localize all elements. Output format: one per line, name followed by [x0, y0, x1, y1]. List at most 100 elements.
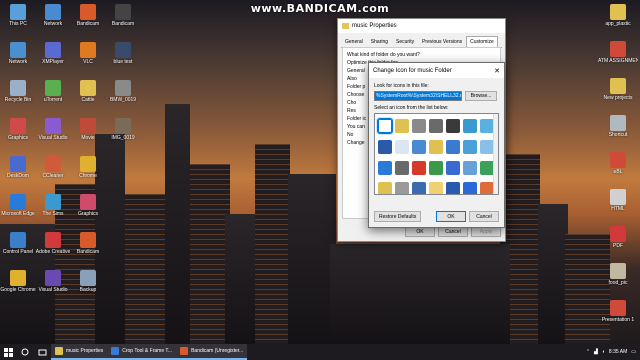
desktop-icon[interactable]: Bandicam — [103, 4, 143, 27]
desktop-icon[interactable]: app_plastic — [598, 4, 638, 27]
icon-option[interactable] — [429, 182, 443, 194]
icon-option[interactable] — [377, 118, 393, 134]
desktop-icon[interactable]: Movie — [68, 118, 108, 141]
icon-option[interactable] — [395, 140, 409, 154]
app-icon — [80, 232, 96, 248]
cancel-button[interactable]: Cancel — [469, 211, 499, 222]
icon-option[interactable] — [446, 161, 460, 175]
desktop-icon[interactable]: Visual Studio — [33, 270, 73, 293]
desktop-icon[interactable]: Backup — [68, 270, 108, 293]
icon-option[interactable] — [378, 161, 392, 175]
desktop-icon[interactable]: Cattle — [68, 80, 108, 103]
icon-option[interactable] — [480, 140, 494, 154]
app-icon — [610, 152, 626, 168]
icon-option[interactable] — [446, 119, 460, 133]
change-icon-dialog[interactable]: Change Icon for music Folder ✕ Look for … — [368, 62, 505, 228]
taskbar-app[interactable]: Crop Tool & Frame T... — [107, 344, 177, 360]
icon-option[interactable] — [395, 182, 409, 194]
desktop-icon[interactable]: eBL — [598, 152, 638, 175]
icon-option[interactable] — [446, 182, 460, 194]
desktop-icon[interactable]: BMW_0019 — [103, 80, 143, 103]
desktop-icon[interactable]: HTML — [598, 189, 638, 212]
desktop-icon-label: XMPlayer — [42, 59, 64, 65]
icon-list[interactable] — [374, 113, 499, 195]
tab-customize[interactable]: Customize — [466, 36, 498, 47]
app-icon — [45, 270, 61, 286]
icon-option[interactable] — [429, 119, 443, 133]
volume-icon[interactable]: ◖ — [602, 349, 605, 355]
icon-list-scrollbar[interactable] — [493, 114, 498, 194]
desktop-icon[interactable]: Adobe Creative — [33, 232, 73, 255]
icon-option[interactable] — [395, 161, 409, 175]
desktop-icon[interactable]: ATM ASSIGNMENT — [598, 41, 638, 64]
desktop-icon[interactable]: Visual Studio — [33, 118, 73, 141]
desktop-icon[interactable]: blue test — [103, 42, 143, 65]
icon-option[interactable] — [378, 182, 392, 194]
tab-sharing[interactable]: Sharing — [367, 36, 392, 47]
clock[interactable]: 8:35 AM — [609, 349, 627, 355]
chevron-up-icon[interactable]: ⌃ — [586, 349, 590, 355]
taskbar-app[interactable]: music Properties — [51, 344, 108, 360]
icon-option[interactable] — [463, 119, 477, 133]
ok-button[interactable]: OK — [436, 211, 466, 222]
tab-security[interactable]: Security — [392, 36, 418, 47]
desktop-icon[interactable]: CCleaner — [33, 156, 73, 179]
properties-titlebar[interactable]: music Properties — [338, 19, 505, 33]
app-icon — [45, 80, 61, 96]
close-icon[interactable]: ✕ — [494, 67, 500, 75]
icon-option[interactable] — [446, 140, 460, 154]
icon-option[interactable] — [463, 161, 477, 175]
desktop-icon[interactable]: Network — [33, 4, 73, 27]
desktop-icon[interactable]: Bandicam — [68, 232, 108, 255]
desktop-icon[interactable]: Presentation 1 — [598, 300, 638, 323]
task-view-button[interactable] — [34, 344, 51, 360]
restore-defaults-button[interactable]: Restore Defaults — [374, 211, 422, 222]
desktop-icon[interactable]: IMG_0019 — [103, 118, 143, 141]
start-button[interactable] — [0, 344, 17, 360]
search-button[interactable] — [17, 344, 34, 360]
tab-previous-versions[interactable]: Previous Versions — [418, 36, 466, 47]
desktop-icon-label: New projects — [603, 95, 633, 101]
taskbar-app[interactable]: Bandicam (Unregister... — [176, 344, 248, 360]
icon-option[interactable] — [463, 140, 477, 154]
taskbar-apps: music Properties Crop Tool & Frame T... Ba… — [51, 344, 248, 360]
desktop-icon[interactable]: Bandicam — [68, 4, 108, 27]
icon-option[interactable] — [412, 182, 426, 194]
desktop-icon-label: Bandicam — [76, 21, 100, 27]
icon-option[interactable] — [429, 161, 443, 175]
desktop-icon[interactable]: The Sims — [33, 194, 73, 217]
desktop-icon[interactable]: XMPlayer — [33, 42, 73, 65]
icon-option[interactable] — [480, 182, 494, 194]
network-icon[interactable]: ▟ — [594, 349, 598, 355]
desktop-icon-label: Visual Studio — [38, 287, 68, 293]
tab-general[interactable]: General — [341, 36, 367, 47]
app-icon — [610, 41, 626, 57]
folder-icon — [342, 23, 349, 29]
desktop-icon[interactable]: Shortcut — [598, 115, 638, 138]
browse-button[interactable]: Browse... — [465, 91, 497, 101]
icon-option[interactable] — [395, 119, 409, 133]
desktop-icon[interactable]: PDF — [598, 226, 638, 249]
change-icon-titlebar[interactable]: Change Icon for music Folder ✕ — [369, 63, 504, 78]
desktop-icon[interactable]: New projects — [598, 78, 638, 101]
icon-option[interactable] — [412, 161, 426, 175]
icon-option[interactable] — [429, 140, 443, 154]
icon-option[interactable] — [412, 119, 426, 133]
desktop-icon-label: Movie — [81, 135, 95, 141]
icon-option[interactable] — [412, 140, 426, 154]
desktop-icon[interactable]: Chrome — [68, 156, 108, 179]
desktop-icon[interactable]: VLC — [68, 42, 108, 65]
icon-option[interactable] — [480, 161, 494, 175]
icon-option[interactable] — [378, 140, 392, 154]
building — [565, 234, 610, 344]
icon-file-input[interactable]: %SystemRoot%\System32\SHELL32.dll — [374, 91, 462, 101]
icon-option[interactable] — [480, 119, 494, 133]
desktop-icon[interactable]: uTorrent — [33, 80, 73, 103]
desktop-icon[interactable]: food_pic — [598, 263, 638, 286]
building — [330, 244, 510, 344]
icon-option[interactable] — [463, 182, 477, 194]
app-icon — [10, 118, 26, 134]
notifications-icon[interactable]: ▭ — [631, 349, 636, 355]
look-for-icons-label: Look for icons in this file: — [374, 83, 429, 89]
desktop-icon[interactable]: Graphics — [68, 194, 108, 217]
